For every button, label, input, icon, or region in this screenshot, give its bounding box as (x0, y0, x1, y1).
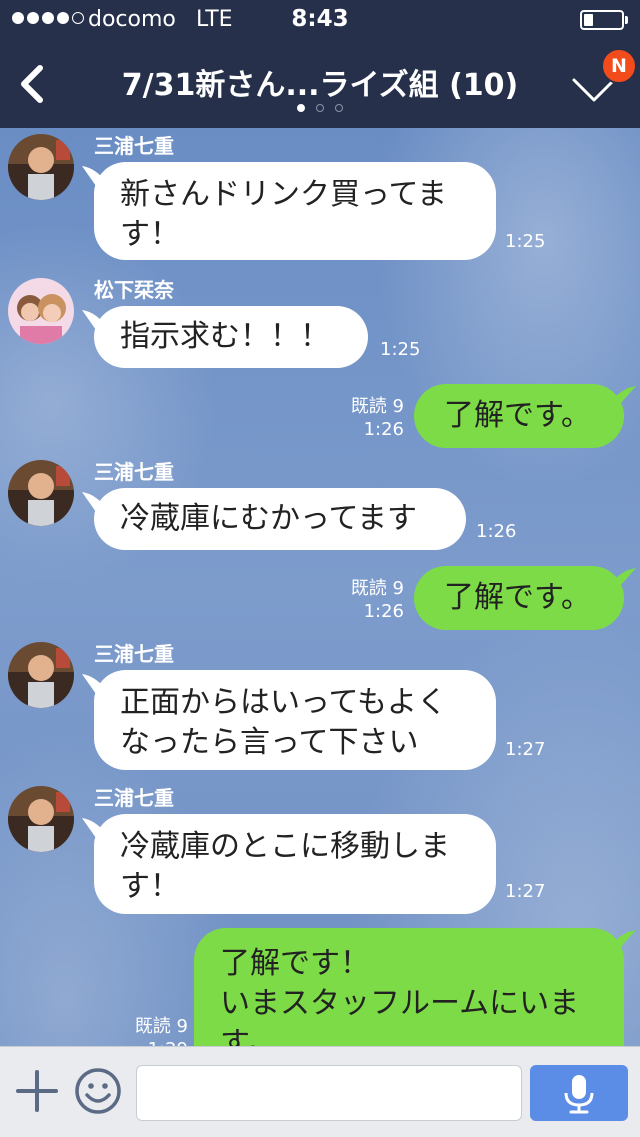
smiley-icon[interactable] (74, 1067, 122, 1115)
message-time: 1:26 (476, 521, 517, 542)
child-avatar-icon (8, 134, 74, 200)
page-dot (316, 104, 324, 112)
message-time: 1:29 (110, 1038, 188, 1046)
message-bubble[interactable]: 指示求む！！！ (94, 306, 368, 368)
message-bubble[interactable]: 了解です。 (414, 384, 624, 448)
battery-tip (625, 16, 628, 24)
message-time: 1:27 (505, 881, 546, 902)
girls-avatar-icon (8, 278, 74, 344)
sender-name: 三浦七重 (94, 642, 174, 666)
page-dot (335, 104, 343, 112)
sender-name: 三浦七重 (94, 460, 174, 484)
message-time: 1:27 (505, 739, 546, 760)
message-time: 1:26 (363, 601, 404, 622)
page-dot (297, 104, 305, 112)
message-bubble[interactable]: 了解です。 (414, 566, 624, 630)
chat-title[interactable]: 7/31新さん...ライズ組 (10) (70, 60, 570, 104)
notification-badge: N (601, 48, 637, 84)
status-time: 8:43 (291, 6, 349, 32)
avatar[interactable] (8, 460, 74, 526)
sender-name: 松下栞奈 (94, 278, 174, 302)
message-time: 1:25 (380, 339, 421, 360)
message-time: 1:26 (363, 419, 404, 440)
message-bubble[interactable]: 冷蔵庫にむかってます (94, 488, 466, 550)
page-indicator (0, 104, 640, 112)
microphone-icon (564, 1075, 594, 1114)
message-bubble[interactable]: 冷蔵庫のとこに移動しま す！ (94, 814, 496, 914)
child-avatar-icon (8, 642, 74, 708)
avatar[interactable] (8, 134, 74, 200)
voice-button[interactable] (530, 1065, 628, 1121)
child-avatar-icon (8, 786, 74, 852)
status-bar: docomo LTE 8:43 (0, 0, 640, 40)
sender-name: 三浦七重 (94, 786, 174, 810)
avatar[interactable] (8, 642, 74, 708)
read-receipt: 既読 9 (134, 1016, 188, 1037)
plus-icon[interactable] (15, 1069, 59, 1113)
child-avatar-icon (8, 460, 74, 526)
battery-icon (580, 10, 624, 30)
message-input[interactable] (136, 1065, 522, 1121)
message-bubble[interactable]: 正面からはいってもよく なったら言って下さい (94, 670, 496, 770)
avatar[interactable] (8, 786, 74, 852)
bubble-tail (610, 930, 636, 948)
chat-area[interactable]: 三浦七重 新さんドリンク買ってま す！ 1:25 松下栞奈 指示求む！！！ 1:… (0, 128, 640, 1046)
message-bubble[interactable]: 新さんドリンク買ってま す！ (94, 162, 496, 260)
message-bubble[interactable]: 了解です！ いまスタッフルームにいま す。 (194, 928, 624, 1046)
chat-header: 7/31新さん...ライズ組 (10) N (0, 40, 640, 128)
message-input-bar (0, 1046, 640, 1137)
chevron-left-icon[interactable] (14, 62, 50, 106)
message-time: 1:25 (505, 231, 546, 252)
read-receipt: 既読 9 (350, 396, 404, 417)
bubble-tail (610, 386, 636, 404)
read-receipt: 既読 9 (350, 578, 404, 599)
bubble-tail (610, 568, 636, 586)
sender-name: 三浦七重 (94, 134, 174, 158)
avatar[interactable] (8, 278, 74, 344)
